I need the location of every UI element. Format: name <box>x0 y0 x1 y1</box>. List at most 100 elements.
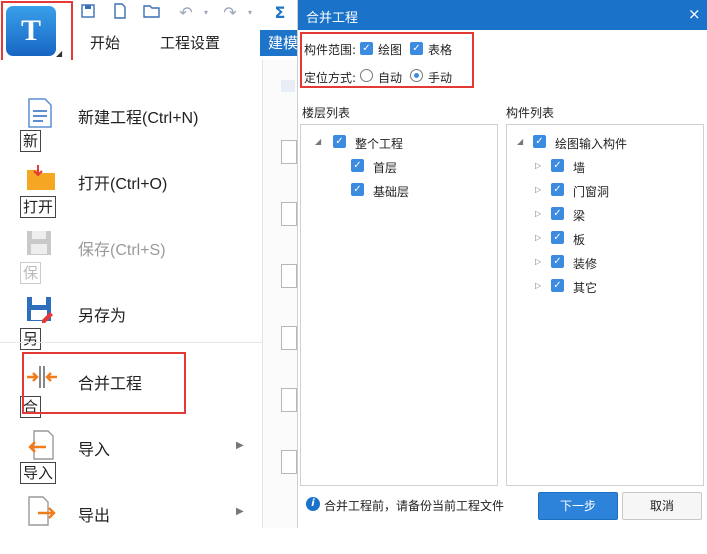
undo-dropdown-icon[interactable]: ▾ <box>196 3 216 23</box>
position-manual-label: 手动 <box>428 71 453 85</box>
file-menu: 新建工程(Ctrl+N) 新 打开(Ctrl+O) 打开 保存(Ctrl+S) … <box>0 60 262 528</box>
info-icon: i <box>306 497 320 511</box>
tree-checkbox[interactable]: ✓ <box>333 135 346 148</box>
tree-checkbox[interactable]: ✓ <box>551 207 564 220</box>
menu-item-save-as[interactable]: 另存为 另 <box>0 288 262 354</box>
import-icon <box>26 430 56 460</box>
tree-row-drawing-components[interactable]: ◢ ✓ 绘图输入构件 <box>507 133 703 153</box>
tree-checkbox[interactable]: ✓ <box>351 159 364 172</box>
recent-files-strip <box>262 60 298 528</box>
tree-checkbox[interactable]: ✓ <box>551 231 564 244</box>
scope-table-checkbox[interactable]: ✓ <box>410 42 423 55</box>
tree-checkbox[interactable]: ✓ <box>551 183 564 196</box>
menu-item-import[interactable]: 导入 ▶ 导入 <box>0 422 262 488</box>
sum-icon[interactable]: Σ <box>270 3 290 23</box>
menu-item-open[interactable]: 打开(Ctrl+O) 打开 <box>0 156 262 222</box>
save-disk-icon <box>26 230 56 260</box>
close-icon[interactable]: × <box>688 5 701 23</box>
tree-expanded-icon[interactable]: ◢ <box>315 137 321 146</box>
menu-label-import: 导入 <box>78 442 111 459</box>
tree-row-whole-project[interactable]: ◢ ✓ 整个工程 <box>301 133 497 153</box>
recent-header-icon <box>281 80 295 92</box>
tree-label: 整个工程 <box>355 137 404 151</box>
tab-start[interactable]: 开始 <box>90 30 120 56</box>
scope-drawing-checkbox[interactable]: ✓ <box>360 42 373 55</box>
tree-label: 首层 <box>373 161 398 175</box>
tree-collapsed-icon[interactable]: ▷ <box>535 233 541 242</box>
tree-label: 墙 <box>573 161 586 175</box>
tree-checkbox[interactable]: ✓ <box>351 183 364 196</box>
access-key-save: 保 <box>20 262 42 284</box>
quick-save-icon[interactable] <box>78 3 98 23</box>
tree-collapsed-icon[interactable]: ▷ <box>535 185 541 194</box>
backup-reminder-text: 合并工程前，请备份当前工程文件 <box>324 499 505 513</box>
position-auto-radio[interactable] <box>360 69 373 82</box>
floor-list-title: 楼层列表 <box>302 106 351 120</box>
menu-item-save[interactable]: 保存(Ctrl+S) 保 <box>0 222 262 288</box>
dialog-title: 合并工程 <box>306 11 359 26</box>
next-button[interactable]: 下一步 <box>538 492 618 520</box>
menu-label-open: 打开(Ctrl+O) <box>78 176 168 193</box>
recent-file-icon[interactable] <box>281 202 297 226</box>
save-as-icon <box>26 296 56 326</box>
recent-file-icon[interactable] <box>281 264 297 288</box>
export-icon <box>26 496 56 526</box>
tree-row-wall[interactable]: ▷ ✓ 墙 <box>507 157 703 177</box>
submenu-arrow-icon: ▶ <box>236 506 244 517</box>
tree-row-other[interactable]: ▷ ✓ 其它 <box>507 277 703 297</box>
top-toolbar: T ◢ ↶ ▾ ↷ ▾ Σ 开始 工程设置 建模 <box>0 0 308 67</box>
recent-file-icon[interactable] <box>281 140 297 164</box>
tree-checkbox[interactable]: ✓ <box>551 279 564 292</box>
tree-row-first-floor[interactable]: ✓ 首层 <box>301 157 497 177</box>
merge-project-dialog: 合并工程 × 构件范围: ✓ 绘图 ✓ 表格 定位方式: 自动 手动 楼层列表 … <box>297 0 707 528</box>
tree-label: 其它 <box>573 281 598 295</box>
recent-file-icon[interactable] <box>281 450 297 474</box>
tree-collapsed-icon[interactable]: ▷ <box>535 281 541 290</box>
access-key-save-as: 另 <box>20 328 42 350</box>
tree-label: 梁 <box>573 209 586 223</box>
menu-label-new-project: 新建工程(Ctrl+N) <box>78 110 199 127</box>
access-key-new: 新 <box>20 130 42 152</box>
tree-label: 板 <box>573 233 586 247</box>
menu-label-save-as: 另存为 <box>78 308 127 325</box>
position-auto-label: 自动 <box>378 71 403 85</box>
scope-drawing-label: 绘图 <box>378 43 403 57</box>
tree-label: 基础层 <box>373 185 410 199</box>
tree-row-beam[interactable]: ▷ ✓ 梁 <box>507 205 703 225</box>
tree-label: 绘图输入构件 <box>555 137 628 151</box>
tree-checkbox[interactable]: ✓ <box>533 135 546 148</box>
scope-table-label: 表格 <box>428 43 453 57</box>
cancel-button[interactable]: 取消 <box>622 492 702 520</box>
menu-item-export[interactable]: 导出 ▶ <box>0 488 262 554</box>
quick-new-icon[interactable] <box>110 3 130 23</box>
tree-row-foundation-floor[interactable]: ✓ 基础层 <box>301 181 497 201</box>
redo-icon[interactable]: ↷ <box>220 3 240 23</box>
position-manual-radio[interactable] <box>410 69 423 82</box>
merge-highlight-box <box>22 352 186 414</box>
tree-collapsed-icon[interactable]: ▷ <box>535 209 541 218</box>
tree-expanded-icon[interactable]: ◢ <box>517 137 523 146</box>
tree-row-door-window[interactable]: ▷ ✓ 门窗洞 <box>507 181 703 201</box>
quick-open-icon[interactable] <box>142 3 162 23</box>
tree-collapsed-icon[interactable]: ▷ <box>535 161 541 170</box>
submenu-arrow-icon: ▶ <box>236 440 244 451</box>
tree-checkbox[interactable]: ✓ <box>551 255 564 268</box>
logo-highlight-box <box>1 1 73 67</box>
position-label: 定位方式: <box>304 71 357 85</box>
recent-file-icon[interactable] <box>281 388 297 412</box>
tree-collapsed-icon[interactable]: ▷ <box>535 257 541 266</box>
new-file-icon <box>26 98 56 128</box>
tab-project-settings[interactable]: 工程设置 <box>160 30 220 56</box>
menu-label-export: 导出 <box>78 508 111 525</box>
tree-row-decoration[interactable]: ▷ ✓ 装修 <box>507 253 703 273</box>
tree-label: 装修 <box>573 257 598 271</box>
scope-label: 构件范围: <box>304 43 357 57</box>
menu-item-new-project[interactable]: 新建工程(Ctrl+N) 新 <box>0 90 262 156</box>
tree-checkbox[interactable]: ✓ <box>551 159 564 172</box>
tree-label: 门窗洞 <box>573 185 610 199</box>
redo-dropdown-icon[interactable]: ▾ <box>240 3 260 23</box>
tree-row-slab[interactable]: ▷ ✓ 板 <box>507 229 703 249</box>
dialog-title-bar[interactable]: 合并工程 × <box>298 0 707 30</box>
undo-icon[interactable]: ↶ <box>176 3 196 23</box>
recent-file-icon[interactable] <box>281 326 297 350</box>
